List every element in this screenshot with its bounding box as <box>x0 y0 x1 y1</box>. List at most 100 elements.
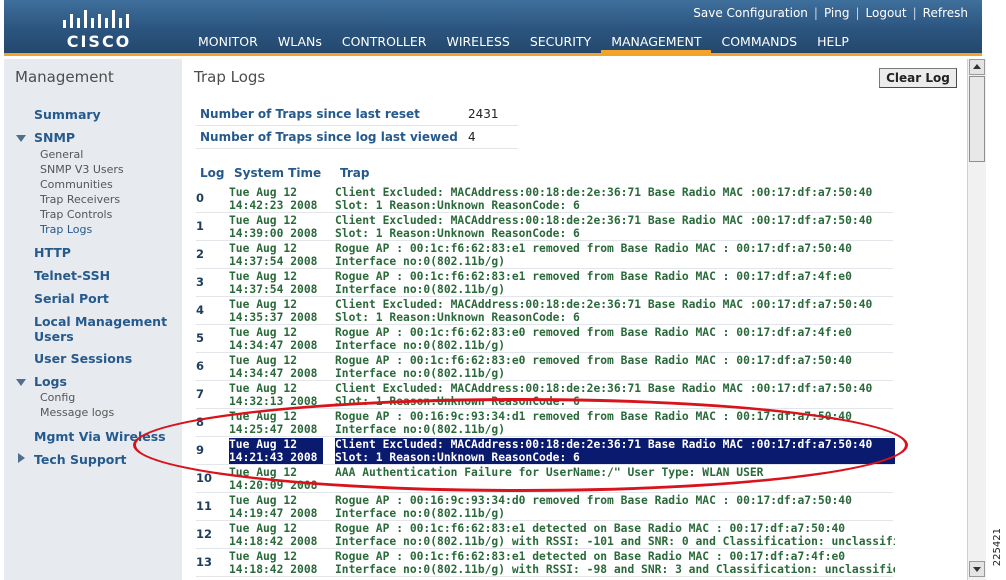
sidebar-sub-snmp-v3-users[interactable]: SNMP V3 Users <box>40 163 124 176</box>
table-row[interactable]: 6 Tue Aug 12 14:34:47 2008 Rogue AP : 00:1c… <box>196 353 893 381</box>
log-number: 8 <box>196 415 205 429</box>
log-time: Tue Aug 12 14:37:54 2008 <box>229 270 323 296</box>
log-clock: 14:35:37 2008 <box>229 311 318 324</box>
table-row[interactable]: 10 Tue Aug 12 14:20:09 2008 AAA Authenticat… <box>196 465 893 493</box>
log-time: Tue Aug 12 14:37:54 2008 <box>229 242 323 268</box>
col-system-time: System Time <box>234 166 322 180</box>
log-trap: Client Excluded: MACAddress:00:18:de:2e:… <box>335 438 895 464</box>
trap-line-1: Client Excluded: MACAddress:00:18:de:2e:… <box>335 438 873 451</box>
expand-right-icon[interactable] <box>18 453 25 463</box>
log-trap: Client Excluded: MACAddress:00:18:de:2e:… <box>335 214 895 240</box>
log-trap: Rogue AP : 00:1c:f6:62:83:e1 detected on… <box>335 522 895 548</box>
log-clock: 14:39:00 2008 <box>229 227 318 240</box>
log-number: 1 <box>196 219 205 233</box>
log-trap: Rogue AP : 00:1c:f6:62:83:e1 detected on… <box>335 550 895 576</box>
table-row[interactable]: 9 Tue Aug 12 14:21:43 2008 Client Excluded:… <box>196 437 895 465</box>
figure-number: 225421 <box>992 528 1003 567</box>
expand-down-icon[interactable] <box>16 379 26 386</box>
menu-wlans[interactable]: WLANs <box>268 33 332 54</box>
trap-line-1: Rogue AP : 00:1c:f6:62:83:e1 removed fro… <box>335 242 852 255</box>
traps-since-reset-label: Number of Traps since last reset <box>200 107 420 121</box>
clear-log-button[interactable]: Clear Log <box>879 68 957 88</box>
log-trap: Client Excluded: MACAddress:00:18:de:2e:… <box>335 186 895 212</box>
arrow-up-icon <box>973 64 981 69</box>
vertical-scrollbar[interactable] <box>967 59 986 580</box>
sidebar-sub-communities[interactable]: Communities <box>40 178 113 191</box>
menu-security[interactable]: SECURITY <box>520 33 601 54</box>
scroll-down-button[interactable] <box>969 561 985 577</box>
menu-monitor[interactable]: MONITOR <box>188 33 268 54</box>
sidebar-item-serial-port[interactable]: Serial Port <box>34 291 109 306</box>
log-time: Tue Aug 12 14:21:43 2008 <box>229 438 323 464</box>
log-clock: 14:18:42 2008 <box>229 563 318 576</box>
logout-link[interactable]: Logout <box>860 6 913 20</box>
log-number: 0 <box>196 191 205 205</box>
trap-line-1: Rogue AP : 00:1c:f6:62:83:e0 removed fro… <box>335 354 852 367</box>
log-number: 7 <box>196 387 205 401</box>
log-date: Tue Aug 12 <box>229 298 298 311</box>
trap-line-1: Client Excluded: MACAddress:00:18:de:2e:… <box>335 382 873 395</box>
table-row[interactable]: 2 Tue Aug 12 14:37:54 2008 Rogue AP : 00:1c… <box>196 241 893 269</box>
summary-row: Number of Traps since log last viewed 4 <box>196 126 518 149</box>
page-title: Trap Logs <box>194 68 266 86</box>
trap-line-1: Rogue AP : 00:1c:f6:62:83:e0 removed fro… <box>335 326 852 339</box>
save-configuration-link[interactable]: Save Configuration <box>687 6 814 20</box>
table-row[interactable]: 5 Tue Aug 12 14:34:47 2008 Rogue AP : 00:1c… <box>196 325 893 353</box>
sidebar-item-tech-support[interactable]: Tech Support <box>34 452 127 467</box>
table-row[interactable]: 3 Tue Aug 12 14:37:54 2008 Rogue AP : 00:1c… <box>196 269 893 297</box>
ping-link[interactable]: Ping <box>818 6 856 20</box>
menu-management[interactable]: MANAGEMENT <box>601 33 712 54</box>
menu-commands[interactable]: COMMANDS <box>711 33 807 54</box>
expand-down-icon[interactable] <box>16 135 26 142</box>
trap-summary: Number of Traps since last reset 2431 Nu… <box>196 103 518 149</box>
table-row[interactable]: 12 Tue Aug 12 14:18:42 2008 Rogue AP : 00:1… <box>196 521 895 549</box>
traps-since-view-value: 4 <box>468 130 476 144</box>
log-clock: 14:37:54 2008 <box>229 255 318 268</box>
log-clock: 14:37:54 2008 <box>229 283 318 296</box>
sidebar-sub-trap-receivers[interactable]: Trap Receivers <box>40 193 120 206</box>
sidebar-item-telnet-ssh[interactable]: Telnet-SSH <box>34 268 110 283</box>
table-row[interactable]: 7 Tue Aug 12 14:32:13 2008 Client Excluded:… <box>196 381 893 409</box>
log-date: Tue Aug 12 <box>229 186 298 199</box>
log-time: Tue Aug 12 14:19:47 2008 <box>229 494 323 520</box>
sidebar-item-local-management-users[interactable]: Local Management Users <box>34 314 174 344</box>
scroll-thumb[interactable] <box>969 76 985 162</box>
table-row[interactable]: 13 Tue Aug 12 14:18:42 2008 Rogue AP : 00:1… <box>196 549 895 577</box>
log-date: Tue Aug 12 <box>229 466 298 479</box>
log-clock: 14:32:13 2008 <box>229 395 318 408</box>
log-time: Tue Aug 12 14:18:42 2008 <box>229 550 323 576</box>
table-row[interactable]: 11 Tue Aug 12 14:19:47 2008 Rogue AP : 00:1… <box>196 493 893 521</box>
sidebar-sub-trap-logs[interactable]: Trap Logs <box>40 223 92 236</box>
trap-line-1: Rogue AP : 00:1c:f6:62:83:e1 detected on… <box>335 522 846 535</box>
menu-wireless[interactable]: WIRELESS <box>436 33 519 54</box>
sidebar-sub-message-logs[interactable]: Message logs <box>40 406 114 419</box>
sidebar-sub-general[interactable]: General <box>40 148 83 161</box>
log-time: Tue Aug 12 14:18:42 2008 <box>229 522 323 548</box>
log-trap: Client Excluded: MACAddress:00:18:de:2e:… <box>335 298 895 324</box>
log-time: Tue Aug 12 14:34:47 2008 <box>229 326 323 352</box>
trap-line-1: Client Excluded: MACAddress:00:18:de:2e:… <box>335 298 873 311</box>
sidebar-item-mgmt-via-wireless[interactable]: Mgmt Via Wireless <box>34 429 166 444</box>
sidebar-item-summary[interactable]: Summary <box>34 107 101 122</box>
refresh-link[interactable]: Refresh <box>917 6 974 20</box>
menu-controller[interactable]: CONTROLLER <box>332 33 437 54</box>
table-row[interactable]: 8 Tue Aug 12 14:25:47 2008 Rogue AP : 00:16… <box>196 409 893 437</box>
table-row[interactable]: 0 Tue Aug 12 14:42:23 2008 Client Excluded:… <box>196 185 893 213</box>
sidebar-item-snmp[interactable]: SNMP <box>34 130 75 145</box>
table-row[interactable]: 1 Tue Aug 12 14:39:00 2008 Client Excluded:… <box>196 213 893 241</box>
trap-line-2: Slot: 1 Reason:Unknown ReasonCode: 6 <box>335 227 580 240</box>
main-menu: MONITOR WLANs CONTROLLER WIRELESS SECURI… <box>188 33 859 54</box>
sidebar-item-http[interactable]: HTTP <box>34 245 71 260</box>
sidebar-item-user-sessions[interactable]: User Sessions <box>34 351 132 366</box>
log-date: Tue Aug 12 <box>229 410 298 423</box>
trap-line-1: Client Excluded: MACAddress:00:18:de:2e:… <box>335 214 873 227</box>
log-trap: AAA Authentication Failure for UserName:… <box>335 466 895 479</box>
sidebar-item-logs[interactable]: Logs <box>34 374 67 389</box>
table-row[interactable]: 4 Tue Aug 12 14:35:37 2008 Client Excluded:… <box>196 297 893 325</box>
sidebar-sub-config[interactable]: Config <box>40 391 75 404</box>
log-date: Tue Aug 12 <box>229 326 298 339</box>
menu-help[interactable]: HELP <box>807 33 859 54</box>
sidebar-sub-trap-controls[interactable]: Trap Controls <box>40 208 112 221</box>
log-number: 12 <box>196 527 213 541</box>
scroll-up-button[interactable] <box>969 59 985 75</box>
